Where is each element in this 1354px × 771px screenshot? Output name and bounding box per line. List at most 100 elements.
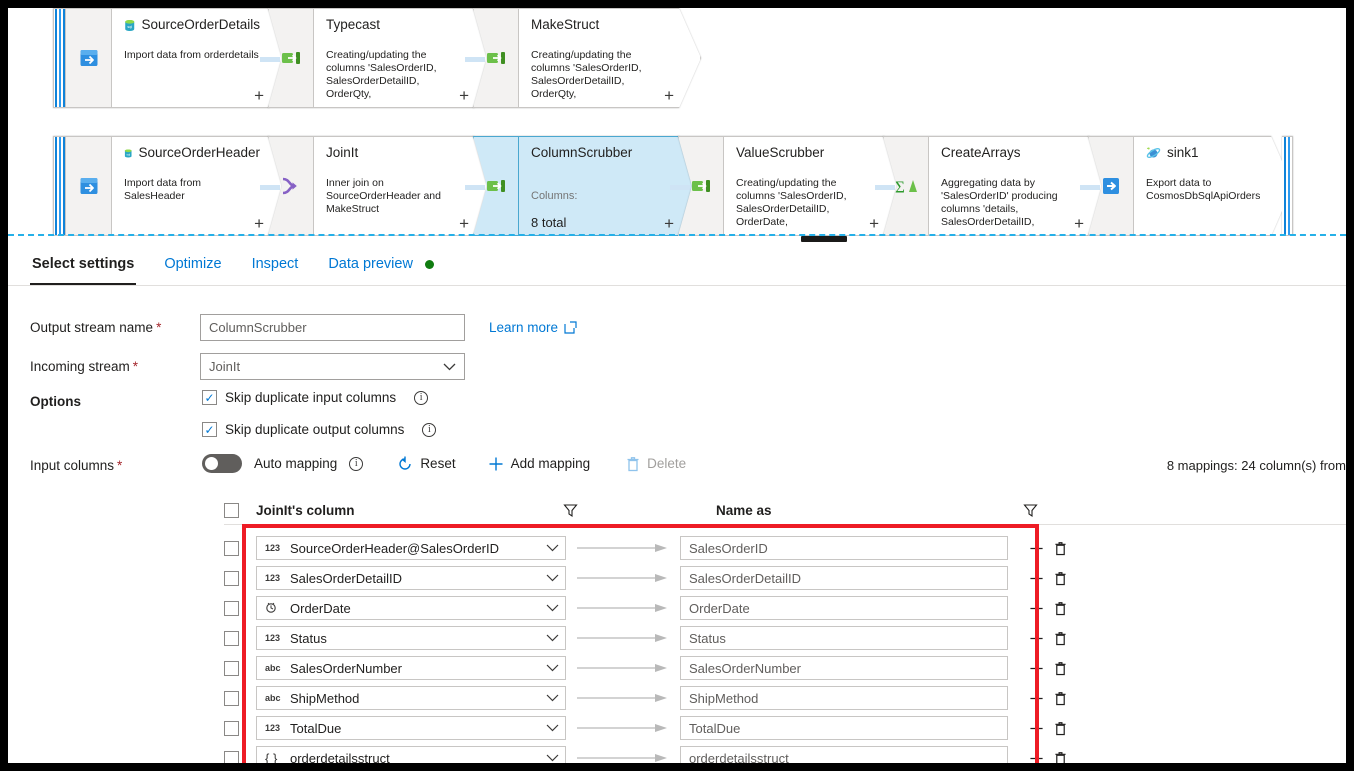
row-checkbox[interactable] — [224, 570, 239, 586]
row-checkbox[interactable] — [224, 690, 239, 706]
delete-row-button[interactable] — [1054, 691, 1067, 706]
row-checkbox[interactable] — [224, 660, 239, 676]
node-body[interactable]: sink1 Export data to CosmosDbSqlApiOrder… — [1133, 136, 1293, 236]
source-column-select[interactable]: 123 SalesOrderDetailID — [256, 566, 566, 590]
reset-button[interactable]: Reset — [397, 456, 456, 472]
numeric-type-icon: 123 — [265, 573, 281, 583]
flow-node-make-struct[interactable]: MakeStruct Creating/updating the columns… — [473, 8, 701, 108]
tab-inspect[interactable]: Inspect — [250, 254, 301, 285]
flow-node-create-arrays[interactable]: Σ CreateArrays Aggregating data by 'Sale… — [883, 136, 1111, 236]
data-flow-canvas[interactable]: sql SourceOrderDetails Import data from … — [8, 8, 1346, 236]
delete-row-button[interactable] — [1054, 631, 1067, 646]
row-select-cell — [224, 660, 256, 676]
target-column-input[interactable] — [680, 746, 1008, 763]
target-column-input[interactable] — [680, 716, 1008, 740]
arrow-right-icon — [577, 634, 667, 642]
add-node-button[interactable]: + — [254, 89, 264, 103]
source-column-select[interactable]: 123 TotalDue — [256, 716, 566, 740]
target-column-input[interactable] — [680, 566, 1008, 590]
add-node-button[interactable]: + — [1074, 217, 1084, 231]
flow-node-typecast[interactable]: Typecast Creating/updating the columns '… — [268, 8, 496, 108]
add-node-button[interactable]: + — [664, 217, 674, 231]
node-icon-panel — [473, 136, 518, 236]
learn-more-link[interactable]: Learn more — [489, 320, 577, 335]
source-column-select[interactable]: 123 SourceOrderHeader@SalesOrderID — [256, 536, 566, 560]
column-header-nameas: Name as — [716, 503, 1046, 518]
source-import-icon — [80, 50, 97, 66]
node-icon-panel — [268, 136, 313, 236]
add-node-button[interactable]: + — [664, 89, 674, 103]
node-description: Creating/updating the columns 'SalesOrde… — [531, 49, 642, 100]
add-node-button[interactable]: + — [869, 217, 879, 231]
delete-row-button[interactable] — [1054, 571, 1067, 586]
row-select-cell — [224, 570, 256, 586]
add-mapping-button[interactable]: Add mapping — [488, 456, 590, 472]
delete-row-button[interactable] — [1054, 601, 1067, 616]
info-icon[interactable]: i — [414, 390, 429, 405]
skip-duplicate-output-row: ✓ Skip duplicate output columns i — [202, 422, 437, 437]
datetime-type-icon — [265, 601, 282, 615]
tab-select-settings[interactable]: Select settings — [30, 254, 137, 285]
filter-icon[interactable] — [1023, 503, 1038, 518]
node-desc-label: Columns: — [531, 190, 578, 202]
select-all-checkbox[interactable] — [224, 503, 239, 518]
target-column-input[interactable] — [680, 626, 1008, 650]
flow-node-joinit[interactable]: JoinIt Inner join on SourceOrderHeader a… — [268, 136, 496, 236]
node-body[interactable]: MakeStruct Creating/updating the columns… — [518, 8, 701, 108]
incoming-stream-select[interactable]: JoinIt — [200, 353, 465, 380]
tab-data-preview[interactable]: Data preview — [326, 254, 436, 285]
source-column-select[interactable]: 123 Status — [256, 626, 566, 650]
output-stream-row: Output stream name* Learn more — [30, 314, 577, 341]
node-title: CreateArrays — [941, 145, 1021, 160]
target-column-input[interactable] — [680, 686, 1008, 710]
row-checkbox[interactable] — [224, 750, 239, 763]
target-column-input[interactable] — [680, 596, 1008, 620]
row-checkbox[interactable] — [224, 540, 239, 556]
row-checkbox[interactable] — [224, 600, 239, 616]
source-column-select[interactable]: { } orderdetailsstruct — [256, 746, 566, 763]
add-row-button[interactable] — [1029, 721, 1044, 736]
flow-node-sink1[interactable]: sink1 Export data to CosmosDbSqlApiOrder… — [1088, 136, 1293, 236]
add-row-button[interactable] — [1029, 601, 1044, 616]
node-description: Export data to CosmosDbSqlApiOrders — [1146, 177, 1261, 202]
add-row-button[interactable] — [1029, 691, 1044, 706]
flow-node-column-scrubber[interactable]: ColumnScrubber Columns: 8 total + — [473, 136, 701, 236]
delete-row-button[interactable] — [1054, 751, 1067, 763]
add-row-button[interactable] — [1029, 541, 1044, 556]
source-column-select[interactable]: OrderDate — [256, 596, 566, 620]
delete-row-button[interactable] — [1054, 661, 1067, 676]
skip-duplicate-output-checkbox[interactable]: ✓ — [202, 422, 217, 437]
filter-icon[interactable] — [563, 503, 578, 518]
add-row-button[interactable] — [1029, 751, 1044, 763]
add-node-button[interactable]: + — [459, 89, 469, 103]
node-title: sink1 — [1146, 145, 1262, 161]
flow-node-source-order-details[interactable]: sql SourceOrderDetails Import data from … — [53, 8, 291, 108]
mapping-table-header: JoinIt's column Name as — [224, 497, 1346, 525]
target-column-input[interactable] — [680, 656, 1008, 680]
add-row-button[interactable] — [1029, 661, 1044, 676]
auto-mapping-toggle[interactable] — [202, 454, 242, 473]
skip-duplicate-input-label: Skip duplicate input columns — [225, 390, 397, 405]
target-column-input[interactable] — [680, 536, 1008, 560]
skip-duplicate-input-checkbox[interactable]: ✓ — [202, 390, 217, 405]
arrow-right-icon — [577, 574, 667, 582]
info-icon[interactable]: i — [349, 456, 364, 471]
required-asterisk: * — [156, 320, 162, 335]
add-node-button[interactable]: + — [459, 217, 469, 231]
source-column-select[interactable]: abc ShipMethod — [256, 686, 566, 710]
row-checkbox[interactable] — [224, 630, 239, 646]
tab-optimize[interactable]: Optimize — [162, 254, 223, 285]
delete-row-button[interactable] — [1054, 721, 1067, 736]
flow-node-source-order-header[interactable]: sql SourceOrderHeader Import data from S… — [53, 136, 291, 236]
add-row-button[interactable] — [1029, 631, 1044, 646]
output-stream-name-input[interactable] — [200, 314, 465, 341]
row-checkbox[interactable] — [224, 720, 239, 736]
add-row-button[interactable] — [1029, 571, 1044, 586]
delete-row-button[interactable] — [1054, 541, 1067, 556]
add-node-button[interactable]: + — [254, 217, 264, 231]
delete-button[interactable]: Delete — [626, 456, 686, 472]
flow-node-value-scrubber[interactable]: ValueScrubber Creating/updating the colu… — [678, 136, 906, 236]
source-column-select[interactable]: abc SalesOrderNumber — [256, 656, 566, 680]
info-icon[interactable]: i — [422, 422, 437, 437]
mapping-arrow-cell — [566, 603, 680, 613]
